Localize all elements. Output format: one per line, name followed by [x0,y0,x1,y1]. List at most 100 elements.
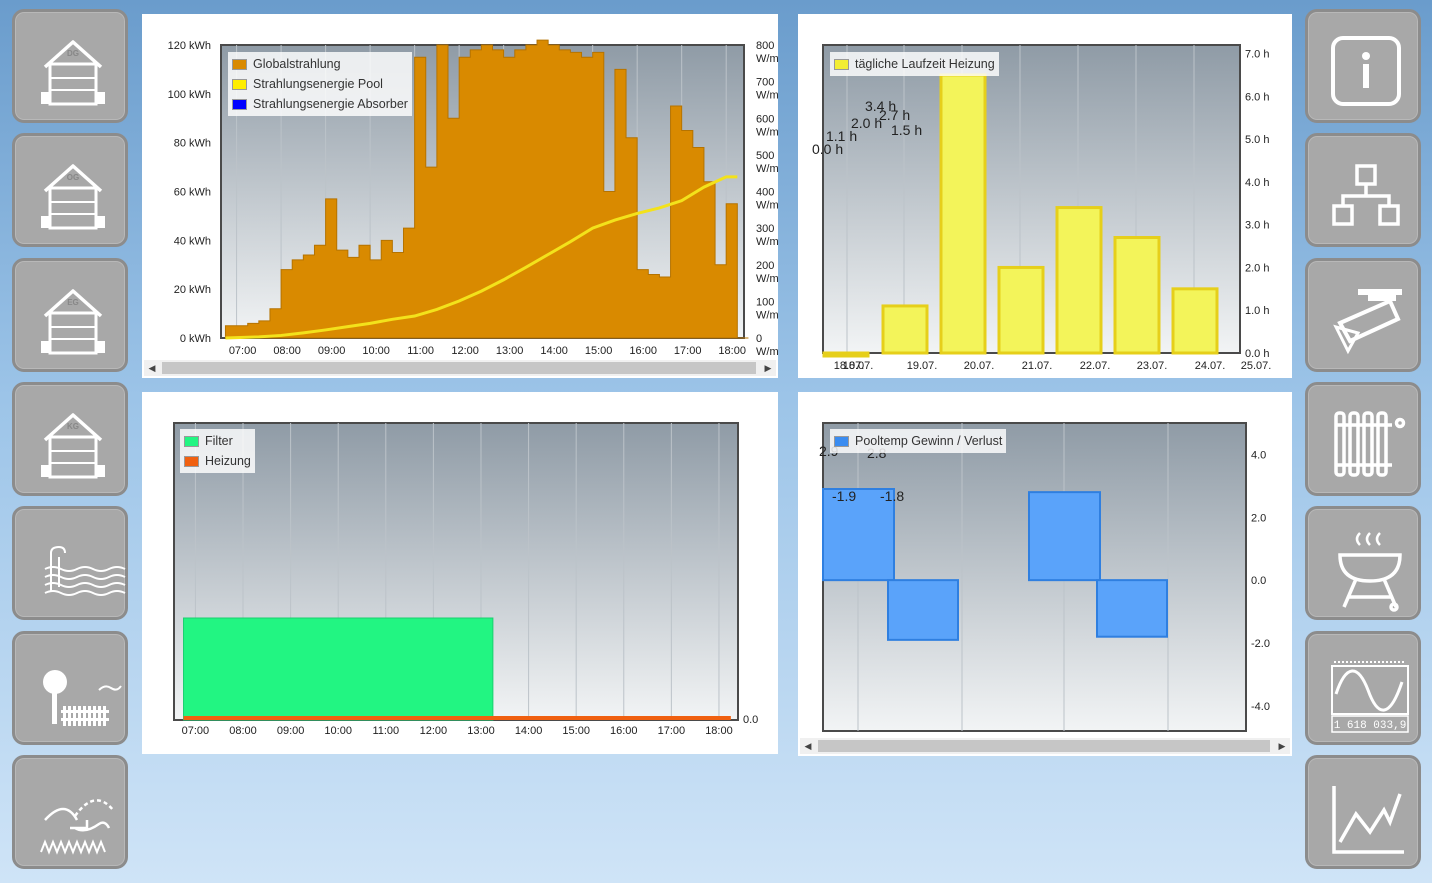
nav-button-charts[interactable] [1305,754,1421,869]
bar[interactable] [1028,491,1101,582]
y2-axis-tick: 500W/m² [756,150,778,175]
nav-button-network[interactable] [1305,133,1421,248]
y2-axis-tick: 800W/m² [756,40,778,65]
solar-scrollbar[interactable]: ◀ ▶ [144,360,776,376]
scroll-right-arrow-icon[interactable]: ▶ [1274,738,1290,754]
floor-label: KG [67,422,79,431]
x-axis-tick: 08:00 [229,725,257,737]
legend-label: Strahlungsenergie Pool [253,77,383,91]
y-axis-tick: 100 kWh [168,89,211,101]
solar-radiation-panel: 120 kWh 100 kWh 80 kWh 60 kWh 40 kWh 20 kWh 0 … [142,14,778,378]
legend-swatch [184,435,199,447]
x-axis-tick: 14:00 [515,725,543,737]
legend-item[interactable]: Globalstrahlung [232,54,408,74]
x-axis-tick: 07:00 [182,725,210,737]
scroll-right-arrow-icon[interactable]: ▶ [760,360,776,376]
floor-label: EG [67,298,79,307]
legend-item[interactable]: Filter [184,431,251,451]
y-axis-tick: 0.0 h [1245,348,1269,360]
bar[interactable] [887,579,959,641]
house-kg-icon: KG [41,413,105,479]
network-icon [1332,164,1400,227]
bar[interactable] [1055,206,1103,355]
pooltemp-legend: Pooltemp Gewinn / Verlust [830,429,1007,453]
nav-button-og[interactable]: OG [12,133,128,248]
nav-button-meter[interactable]: 1 618 033,9 [1305,630,1421,745]
house-eg-icon: EG [41,288,105,355]
legend-swatch [184,455,199,467]
legend-item[interactable]: tägliche Laufzeit Heizung [834,54,995,74]
runtime-legend: tägliche Laufzeit Heizung [830,52,999,76]
x-axis-tick: 23.07. [1137,360,1168,372]
data-label: 1.5 h [891,122,922,138]
y2-axis-tick: 600W/m² [756,113,778,138]
legend-swatch [232,58,247,70]
legend-label: Filter [205,434,233,448]
data-label: -1.9 [832,488,856,504]
y-axis-tick: 120 kWh [168,40,211,52]
x-axis-tick: 19.07. [907,360,938,372]
x-axis-tick: 25.07. [1241,360,1272,372]
house-og-icon: OG [41,164,105,230]
x-axis-tick: 11:00 [407,345,434,357]
legend-item[interactable]: Strahlungsenergie Pool [232,74,408,94]
x-axis-tick: 24.07. [1195,360,1226,372]
legend-swatch [232,98,247,110]
filter-heating-panel: 0.0 07:00 08:00 09:00 10:00 11:00 12:00 13:00 14… [142,392,778,754]
x-axis-tick: 16:00 [610,725,638,737]
filter-legend: Filter Heizung [180,429,255,473]
x-axis-tick: 18:00 [718,345,746,357]
x-axis-tick: 12:00 [420,725,448,737]
bar[interactable] [1096,579,1168,638]
y2-axis-tick: 0W/m² [756,333,778,358]
nav-button-heating[interactable] [1305,381,1421,496]
bar[interactable] [1171,287,1219,355]
bar[interactable] [881,304,929,355]
legend-item[interactable]: Strahlungsenergie Absorber [232,94,408,114]
nav-button-pool[interactable] [12,506,128,621]
legend-swatch [232,78,247,90]
nav-button-grill[interactable] [1305,506,1421,621]
legend-swatch [834,58,849,70]
legend-item[interactable]: Heizung [184,451,251,471]
bar[interactable] [1113,236,1161,355]
energy-meter-icon: 1 618 033,9 [1331,660,1409,733]
scroll-thumb[interactable] [162,362,756,374]
solar-legend: Globalstrahlung Strahlungsenergie Pool Str… [228,52,412,116]
nav-button-camera[interactable] [1305,257,1421,372]
y-axis-tick: 40 kWh [174,235,211,247]
line-chart-icon [1332,785,1404,854]
y-axis-tick: 0 kWh [180,333,211,345]
y-axis-tick: 60 kWh [174,187,211,199]
y-axis-tick: 4.0 h [1245,177,1269,189]
pooltemp-scrollbar[interactable]: ◀ ▶ [800,738,1290,754]
nav-button-irrigation[interactable] [12,754,128,869]
legend-label: Strahlungsenergie Absorber [253,97,408,111]
nav-button-garden[interactable] [12,630,128,745]
radiator-icon [1334,411,1406,477]
legend-label: Globalstrahlung [253,57,341,71]
nav-button-eg[interactable]: EG [12,257,128,372]
scroll-left-arrow-icon[interactable]: ◀ [144,360,160,376]
bar[interactable] [939,73,987,355]
nav-button-info[interactable] [1305,9,1421,123]
bar[interactable] [822,351,870,358]
pooltemp-panel: 4.0 2.0 0.0 -2.0 -4.0 2.9 2.8 -1.9 -1.8 Pooltemp… [798,392,1292,756]
floor-label: OG [67,173,79,182]
nav-button-kg[interactable]: KG [12,381,128,496]
scroll-left-arrow-icon[interactable]: ◀ [800,738,816,754]
x-axis-tick: 13:00 [467,725,495,737]
nav-button-dg[interactable]: DG [12,9,128,123]
data-label: -1.8 [880,488,904,504]
x-axis-tick: 15:00 [585,345,613,357]
info-icon [1331,36,1401,106]
y-axis-tick: 7.0 h [1245,49,1269,61]
scroll-thumb[interactable] [818,740,1270,752]
legend-label: Heizung [205,454,251,468]
bar[interactable] [997,265,1045,355]
legend-item[interactable]: Pooltemp Gewinn / Verlust [834,431,1002,451]
x-axis-tick: 13:00 [496,345,524,357]
x-axis-tick: 20.07. [964,360,995,372]
security-camera-icon [1333,288,1402,354]
x-axis-tick: 22.07. [1080,360,1111,372]
